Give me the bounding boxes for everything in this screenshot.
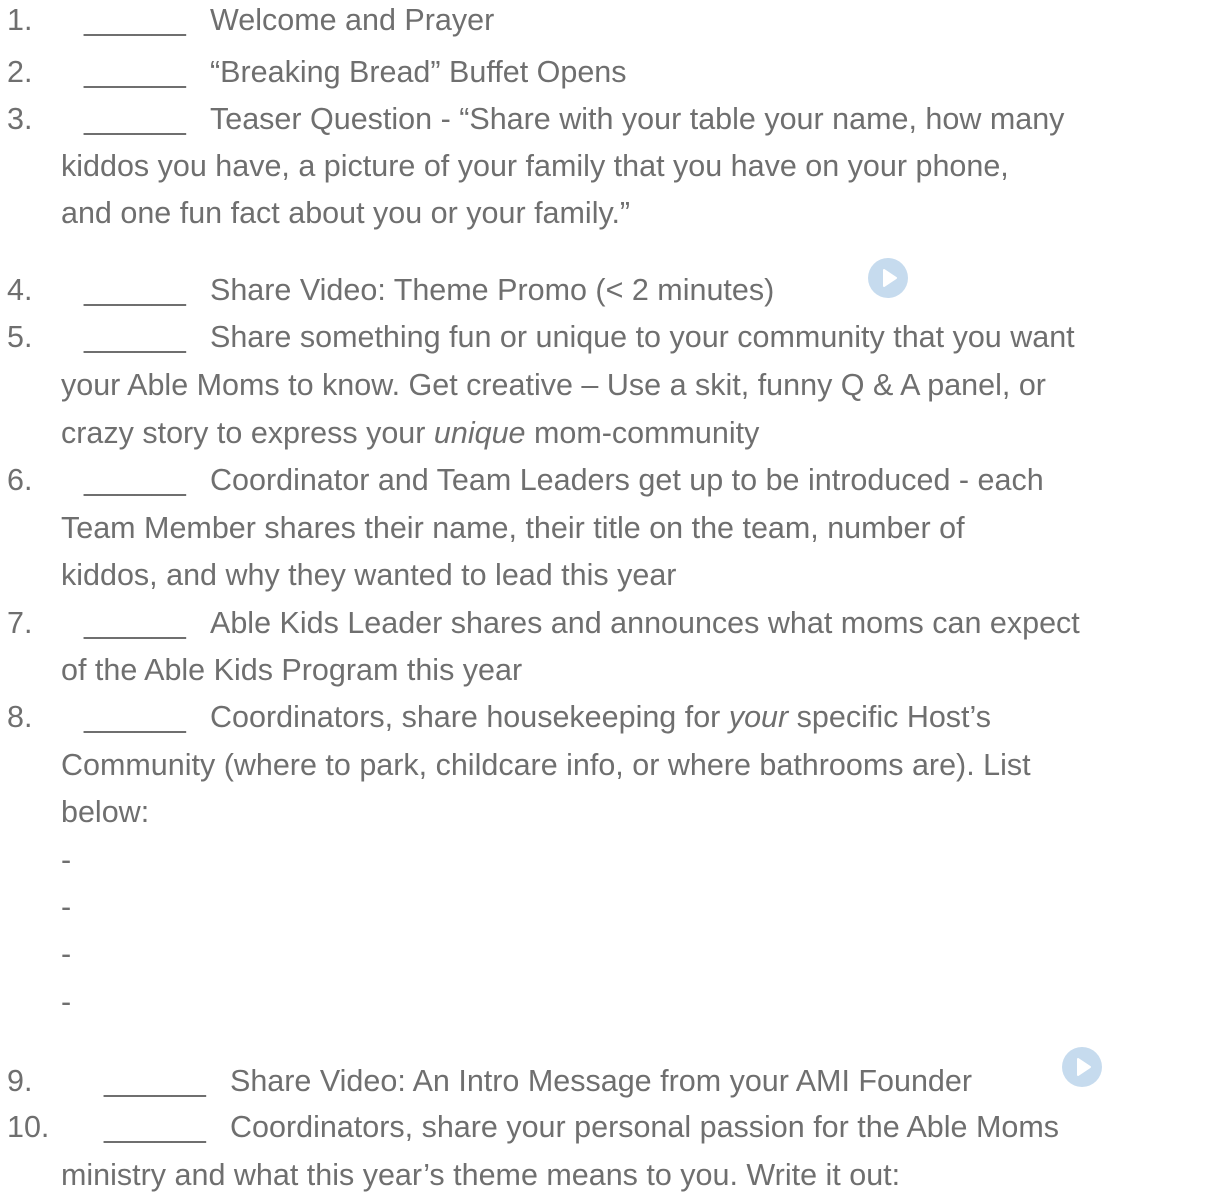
item-text-continued: and one fun fact about you or your famil… <box>61 196 631 230</box>
list-dash: - <box>61 985 72 1019</box>
item-text: Welcome and Prayer <box>210 3 495 37</box>
item-number: 9. <box>7 1064 33 1098</box>
item-number: 8. <box>7 700 33 734</box>
item-text-continued: Team Member shares their name, their tit… <box>61 511 965 545</box>
blank-line: ______ <box>104 1110 206 1144</box>
item-text-continued: your Able Moms to know. Get creative – U… <box>61 368 1046 402</box>
item-text: “Breaking Bread” Buffet Opens <box>210 55 627 89</box>
list-dash: - <box>61 843 72 877</box>
blank-line: ______ <box>84 463 186 497</box>
item-text: Share something fun or unique to your co… <box>210 320 1075 354</box>
blank-line: ______ <box>84 102 186 136</box>
item-number: 5. <box>7 320 33 354</box>
item-text-continued: kiddos you have, a picture of your famil… <box>61 149 1009 183</box>
item-text: Share Video: Theme Promo (< 2 minutes) <box>210 273 775 307</box>
play-video-icon[interactable] <box>1062 1047 1102 1087</box>
list-dash: - <box>61 937 72 971</box>
emphasis-text: your <box>728 700 789 734</box>
blank-line: ______ <box>84 320 186 354</box>
item-text-continued: below: <box>61 795 150 829</box>
blank-line: ______ <box>84 606 186 640</box>
item-number: 7. <box>7 606 33 640</box>
item-text-continued: Community (where to park, childcare info… <box>61 748 1031 782</box>
list-dash: - <box>61 890 72 924</box>
blank-line: ______ <box>84 3 186 37</box>
blank-line: ______ <box>84 700 186 734</box>
item-text: Able Kids Leader shares and announces wh… <box>210 606 1080 640</box>
item-text-continued: ministry and what this year’s theme mean… <box>61 1158 901 1192</box>
item-number: 1. <box>7 3 33 37</box>
item-text: Teaser Question - “Share with your table… <box>210 102 1065 136</box>
emphasis-text: unique <box>433 416 526 450</box>
item-text-continued: kiddos, and why they wanted to lead this… <box>61 558 677 592</box>
item-text: Coordinator and Team Leaders get up to b… <box>210 463 1044 497</box>
item-text: Coordinators, share housekeeping for you… <box>210 700 992 734</box>
play-video-icon[interactable] <box>868 258 908 298</box>
item-text-continued: of the Able Kids Program this year <box>61 653 523 687</box>
item-text-continued: crazy story to express your unique mom-c… <box>61 416 760 450</box>
item-number: 2. <box>7 55 33 89</box>
item-number: 10. <box>7 1110 50 1144</box>
item-number: 3. <box>7 102 33 136</box>
blank-line: ______ <box>84 273 186 307</box>
blank-line: ______ <box>104 1064 206 1098</box>
item-text: Share Video: An Intro Message from your … <box>230 1064 972 1098</box>
blank-line: ______ <box>84 55 186 89</box>
item-text: Coordinators, share your personal passio… <box>230 1110 1060 1144</box>
item-number: 6. <box>7 463 33 497</box>
item-number: 4. <box>7 273 33 307</box>
